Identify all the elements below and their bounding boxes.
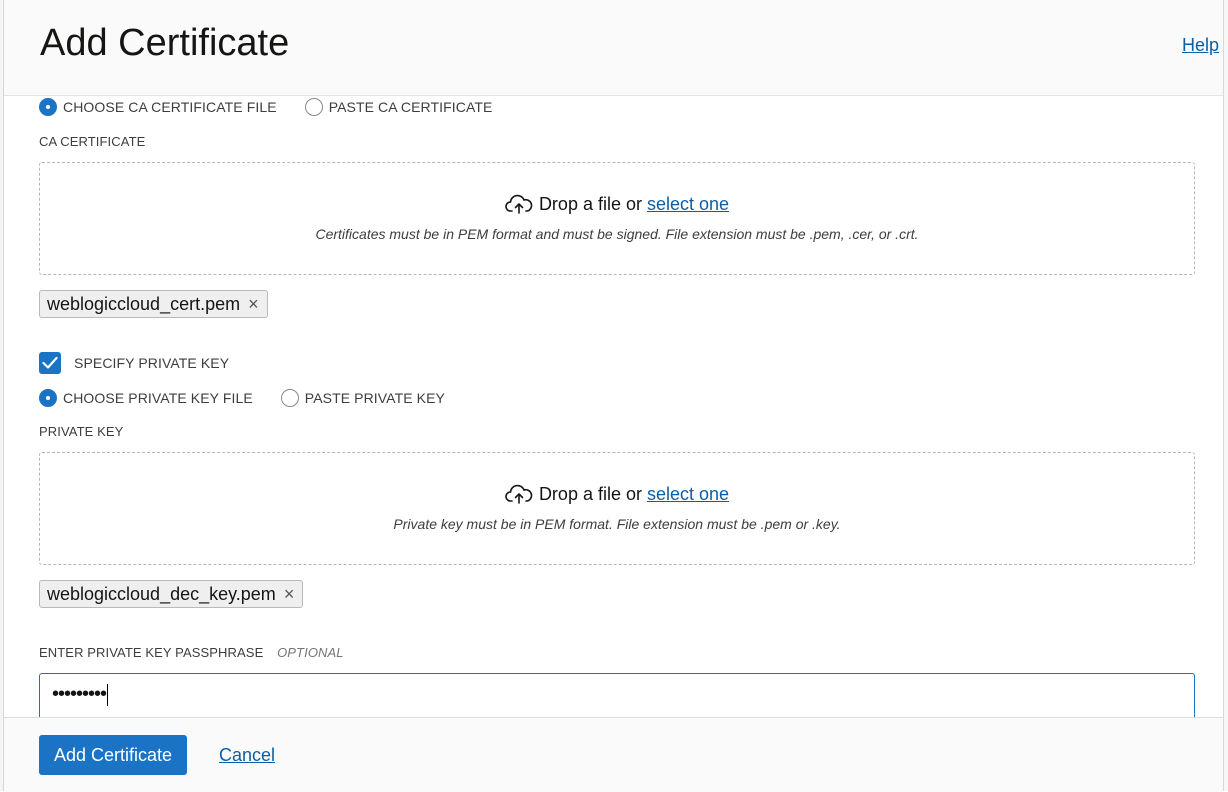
passphrase-label-text: ENTER PRIVATE KEY PASSPHRASE	[39, 645, 264, 660]
upload-cloud-icon	[505, 484, 533, 504]
dropzone-hint: Private key must be in PEM format. File …	[393, 516, 841, 532]
add-certificate-button[interactable]: Add Certificate	[39, 735, 188, 775]
radio-choose-key-file[interactable]: CHOOSE PRIVATE KEY FILE	[39, 389, 253, 407]
passphrase-masked-value: •••••••••	[52, 683, 107, 705]
dropzone-prompt: Drop a file or select one	[40, 193, 1194, 215]
radio-label: PASTE CA CERTIFICATE	[328, 99, 493, 115]
upload-cloud-icon	[505, 194, 533, 214]
key-file-chip: weblogiccloud_dec_key.pem ×	[39, 580, 304, 608]
ca-source-radio-group: CHOOSE CA CERTIFICATE FILE PASTE CA CERT…	[39, 96, 521, 118]
file-chip-name: weblogiccloud_cert.pem	[47, 293, 241, 314]
dialog-title: Add Certificate	[40, 22, 290, 64]
text-caret	[107, 683, 109, 706]
radio-selected-indicator[interactable]	[39, 98, 57, 116]
private-key-label: PRIVATE KEY	[39, 424, 124, 439]
cancel-link[interactable]: Cancel	[219, 745, 275, 766]
select-file-link[interactable]: select one	[647, 194, 729, 215]
radio-choose-ca-file[interactable]: CHOOSE CA CERTIFICATE FILE	[39, 98, 277, 116]
ca-certificate-label: CA CERTIFICATE	[39, 134, 146, 149]
dropzone-hint: Certificates must be in PEM format and m…	[315, 226, 919, 242]
radio-label: PASTE PRIVATE KEY	[304, 390, 445, 406]
key-source-radio-group: CHOOSE PRIVATE KEY FILE PASTE PRIVATE KE…	[39, 387, 473, 409]
checkbox-checked[interactable]	[39, 352, 61, 374]
ca-certificate-dropzone[interactable]: Drop a file or select one Certificates m…	[39, 162, 1195, 275]
radio-paste-key[interactable]: PASTE PRIVATE KEY	[280, 389, 445, 407]
passphrase-label: ENTER PRIVATE KEY PASSPHRASE OPTIONAL	[39, 645, 344, 660]
dropzone-prompt: Drop a file or select one	[40, 483, 1194, 505]
radio-label: CHOOSE PRIVATE KEY FILE	[63, 390, 253, 406]
window-left-edge	[0, 0, 4, 791]
file-chip-name: weblogiccloud_dec_key.pem	[47, 583, 276, 604]
dialog-header: Add Certificate Help	[4, 0, 1223, 96]
dialog-footer: Add Certificate Cancel	[4, 717, 1223, 792]
radio-label: CHOOSE CA CERTIFICATE FILE	[63, 99, 277, 115]
window-scrollbar[interactable]	[1223, 0, 1228, 791]
specify-private-key-checkbox-row[interactable]: SPECIFY PRIVATE KEY	[39, 352, 229, 374]
ca-file-chip: weblogiccloud_cert.pem ×	[39, 290, 268, 318]
checkbox-label: SPECIFY PRIVATE KEY	[74, 355, 230, 371]
radio-selected-indicator[interactable]	[39, 389, 57, 407]
select-file-link[interactable]: select one	[647, 484, 729, 505]
help-link[interactable]: Help	[1182, 35, 1219, 56]
passphrase-input[interactable]: •••••••••	[39, 673, 1195, 723]
private-key-dropzone[interactable]: Drop a file or select one Private key mu…	[39, 452, 1195, 565]
dropzone-text: Drop a file or	[538, 483, 642, 504]
optional-tag: OPTIONAL	[277, 645, 344, 660]
radio-unselected-indicator[interactable]	[280, 389, 299, 407]
remove-file-icon[interactable]: ×	[248, 295, 259, 313]
radio-paste-ca[interactable]: PASTE CA CERTIFICATE	[304, 98, 493, 116]
dropzone-text: Drop a file or	[538, 193, 642, 214]
remove-file-icon[interactable]: ×	[284, 585, 295, 603]
checkmark-icon	[42, 356, 58, 369]
radio-unselected-indicator[interactable]	[304, 98, 323, 116]
